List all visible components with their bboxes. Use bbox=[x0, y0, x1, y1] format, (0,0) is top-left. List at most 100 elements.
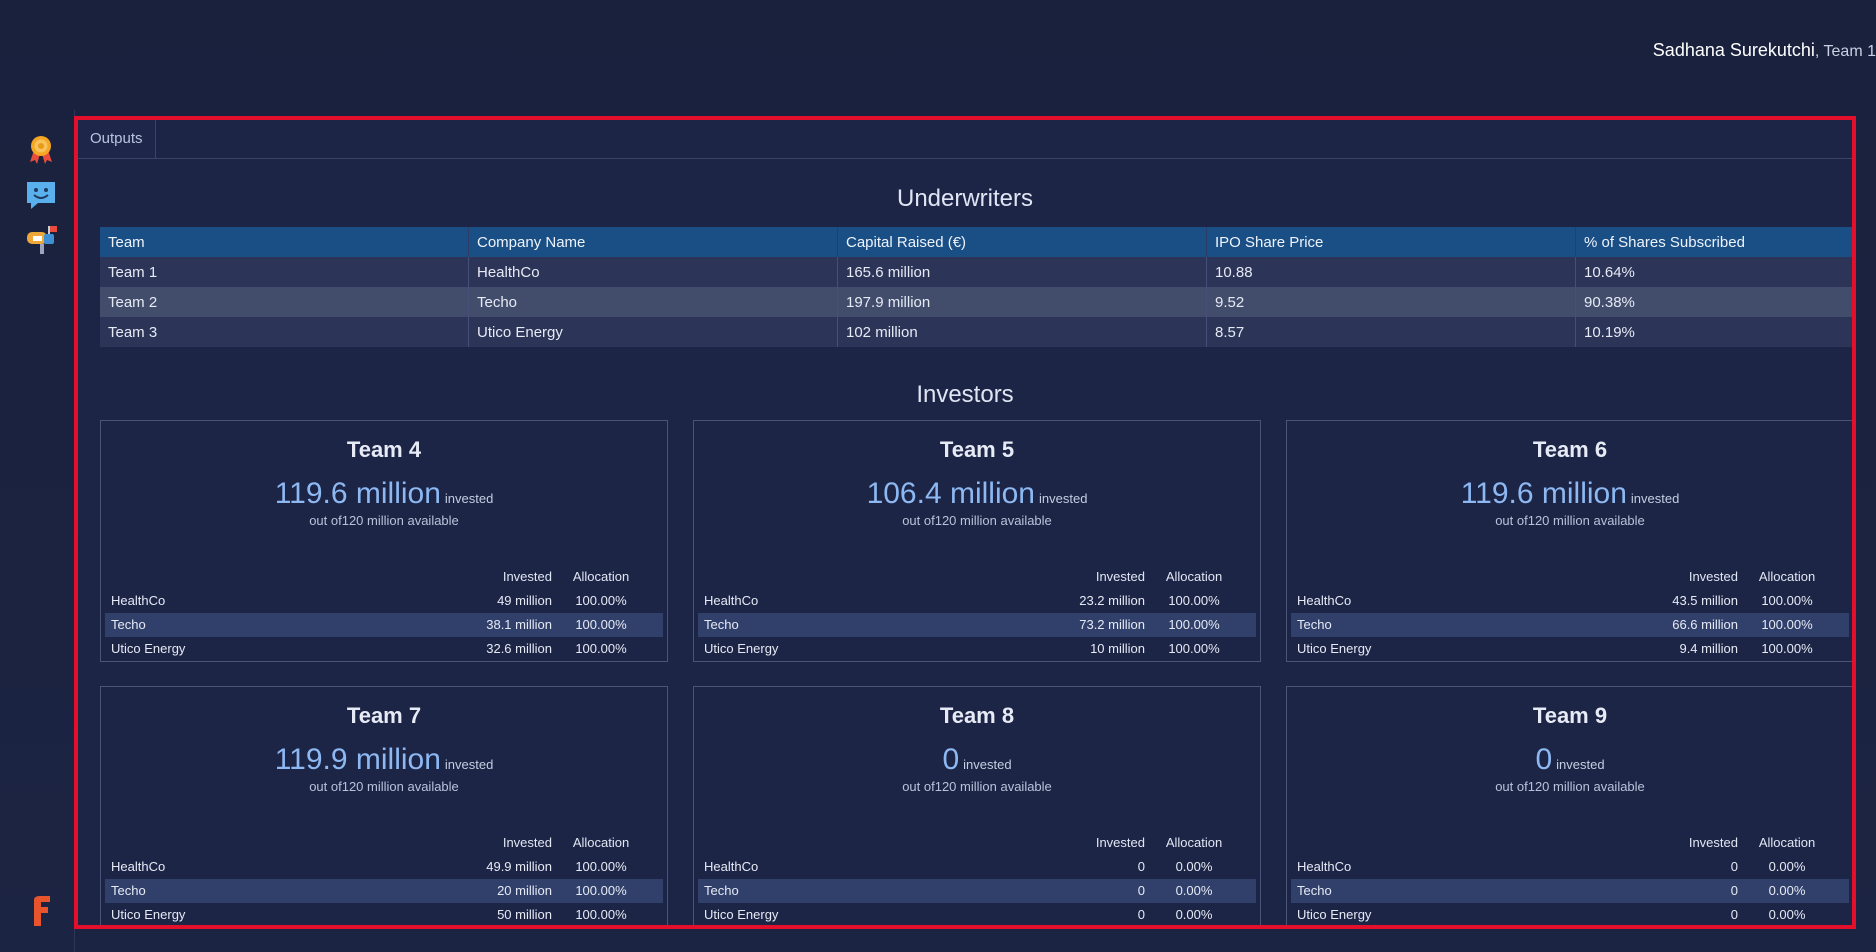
company-name: Utico Energy bbox=[111, 641, 186, 656]
list-item: Utico Energy 10 million 100.00% bbox=[698, 637, 1256, 661]
company-name: HealthCo bbox=[111, 859, 166, 874]
invested-amount: 49.9 million bbox=[486, 859, 552, 874]
allocation-value: 0.00% bbox=[1768, 859, 1806, 874]
allocation-header: Invested Allocation bbox=[1291, 831, 1849, 855]
invested-amount: 0 bbox=[1137, 859, 1145, 874]
list-item: Techo 0 0.00% bbox=[1291, 879, 1849, 903]
allocation-value: 100.00% bbox=[575, 907, 627, 922]
invested-amount: 0 bbox=[1730, 883, 1738, 898]
allocation-table: Invested Allocation HealthCo 23.2 million 1… bbox=[698, 565, 1256, 661]
user-name: Sadhana Surekutchi bbox=[1652, 40, 1815, 60]
card-team-name: Team 7 bbox=[346, 703, 422, 728]
allocation-header-label: Allocation bbox=[1758, 835, 1816, 850]
allocation-value: 100.00% bbox=[1761, 617, 1813, 632]
company-name: HealthCo bbox=[111, 593, 166, 608]
invested-total: 119.6 million bbox=[1460, 477, 1627, 510]
company-name: HealthCo bbox=[1297, 593, 1352, 608]
invested-header: Invested bbox=[502, 835, 552, 850]
company-name: Utico Energy bbox=[1297, 641, 1372, 656]
underwriters-title: Underwriters bbox=[896, 185, 1034, 212]
card-team-name: Team 9 bbox=[1532, 703, 1608, 728]
underwriters-table: Team Company Name Capital Raised (€) IPO… bbox=[100, 227, 1852, 347]
invested-label: invested bbox=[444, 491, 494, 506]
allocation-header: Invested Allocation bbox=[105, 565, 663, 589]
allocation-value: 100.00% bbox=[575, 617, 627, 632]
allocation-header: Invested Allocation bbox=[1291, 565, 1849, 589]
list-item: Utico Energy 0 0.00% bbox=[1291, 903, 1849, 925]
invested-amount: 43.5 million bbox=[1672, 593, 1738, 608]
table-cell: Team 3 bbox=[100, 317, 469, 347]
table-row: Team 1 HealthCo 165.6 million 10.88 10.6… bbox=[100, 257, 1852, 287]
list-item: Utico Energy 9.4 million 100.00% bbox=[1291, 637, 1849, 661]
company-name: Techo bbox=[704, 617, 739, 632]
company-name: HealthCo bbox=[704, 859, 759, 874]
invested-total: 0 bbox=[942, 743, 960, 776]
card-team-name: Team 6 bbox=[1532, 437, 1608, 462]
table-cell: Team 2 bbox=[100, 287, 469, 317]
award-icon[interactable] bbox=[24, 132, 58, 166]
user-info[interactable]: Sadhana Surekutchi, Team 1 bbox=[1653, 40, 1876, 61]
investor-card: Team 7 119.9 million invested out of120 m… bbox=[100, 686, 668, 925]
list-item: HealthCo 49.9 million 100.00% bbox=[105, 855, 663, 879]
list-item: HealthCo 23.2 million 100.00% bbox=[698, 589, 1256, 613]
list-item: HealthCo 0 0.00% bbox=[1291, 855, 1849, 879]
invested-amount: 0 bbox=[1730, 859, 1738, 874]
invested-amount: 50 million bbox=[497, 907, 552, 922]
invested-total: 119.6 million bbox=[274, 477, 441, 510]
invested-header: Invested bbox=[1688, 835, 1738, 850]
allocation-value: 0.00% bbox=[1768, 907, 1806, 922]
table-cell: 102 million bbox=[837, 317, 1207, 347]
allocation-value: 0.00% bbox=[1175, 883, 1213, 898]
invested-label: invested bbox=[444, 757, 494, 772]
brand-logo bbox=[28, 894, 54, 928]
allocation-table: Invested Allocation HealthCo 43.5 million 1… bbox=[1291, 565, 1849, 661]
invested-total: 119.9 million bbox=[274, 743, 441, 776]
list-item: Techo 66.6 million 100.00% bbox=[1291, 613, 1849, 637]
list-item: Techo 20 million 100.00% bbox=[105, 879, 663, 903]
allocation-value: 100.00% bbox=[1761, 641, 1813, 656]
invested-amount: 66.6 million bbox=[1672, 617, 1738, 632]
allocation-value: 0.00% bbox=[1175, 907, 1213, 922]
column-header: IPO Share Price bbox=[1206, 227, 1576, 257]
investor-card: Team 9 0 invested out of120 million avail… bbox=[1286, 686, 1852, 925]
list-item: HealthCo 49 million 100.00% bbox=[105, 589, 663, 613]
tab-outputs[interactable]: Outputs bbox=[78, 120, 156, 158]
allocation-header-label: Allocation bbox=[1758, 569, 1816, 584]
investors-title: Investors bbox=[916, 381, 1014, 408]
table-cell: 90.38% bbox=[1575, 287, 1852, 317]
company-name: Utico Energy bbox=[111, 907, 186, 922]
allocation-header-label: Allocation bbox=[572, 569, 630, 584]
invested-total: 0 bbox=[1535, 743, 1553, 776]
allocation-table: Invested Allocation HealthCo 0 0.00% Techo 0… bbox=[698, 831, 1256, 925]
card-team-name: Team 8 bbox=[939, 703, 1015, 728]
table-row: Team 3 Utico Energy 102 million 8.57 10.… bbox=[100, 317, 1852, 347]
available-text: out of120 million available bbox=[1495, 779, 1645, 794]
mailbox-icon[interactable] bbox=[24, 222, 58, 256]
invested-label: invested bbox=[1556, 757, 1605, 772]
table-cell: HealthCo bbox=[468, 257, 838, 287]
list-item: HealthCo 43.5 million 100.00% bbox=[1291, 589, 1849, 613]
allocation-header-label: Allocation bbox=[1165, 835, 1223, 850]
table-header-row: Team Company Name Capital Raised (€) IPO… bbox=[100, 227, 1852, 257]
invested-label: invested bbox=[1630, 491, 1680, 506]
column-header: % of Shares Subscribed bbox=[1575, 227, 1852, 257]
outputs-panel: Outputs Underwriters Team Company Name C… bbox=[74, 116, 1856, 929]
allocation-header: Invested Allocation bbox=[698, 565, 1256, 589]
tab-bar: Outputs bbox=[78, 120, 1852, 159]
invested-total: 106.4 million bbox=[866, 477, 1035, 510]
allocation-value: 100.00% bbox=[575, 641, 627, 656]
table-cell: Techo bbox=[468, 287, 838, 317]
list-item: Utico Energy 50 million 100.00% bbox=[105, 903, 663, 925]
allocation-value: 100.00% bbox=[1168, 641, 1220, 656]
invested-amount: 9.4 million bbox=[1679, 641, 1738, 656]
available-text: out of120 million available bbox=[309, 513, 459, 528]
chat-bubble-smile-icon[interactable] bbox=[24, 178, 58, 212]
table-cell: 10.88 bbox=[1206, 257, 1576, 287]
invested-amount: 0 bbox=[1137, 883, 1145, 898]
invested-header: Invested bbox=[1688, 569, 1738, 584]
invested-amount: 32.6 million bbox=[486, 641, 552, 656]
investor-card: Team 6 119.6 million invested out of120 m… bbox=[1286, 420, 1852, 662]
table-cell: Utico Energy bbox=[468, 317, 838, 347]
investor-card: Team 4 119.6 million invested out of120 m… bbox=[100, 420, 668, 662]
allocation-table: Invested Allocation HealthCo 49.9 million 1… bbox=[105, 831, 663, 925]
